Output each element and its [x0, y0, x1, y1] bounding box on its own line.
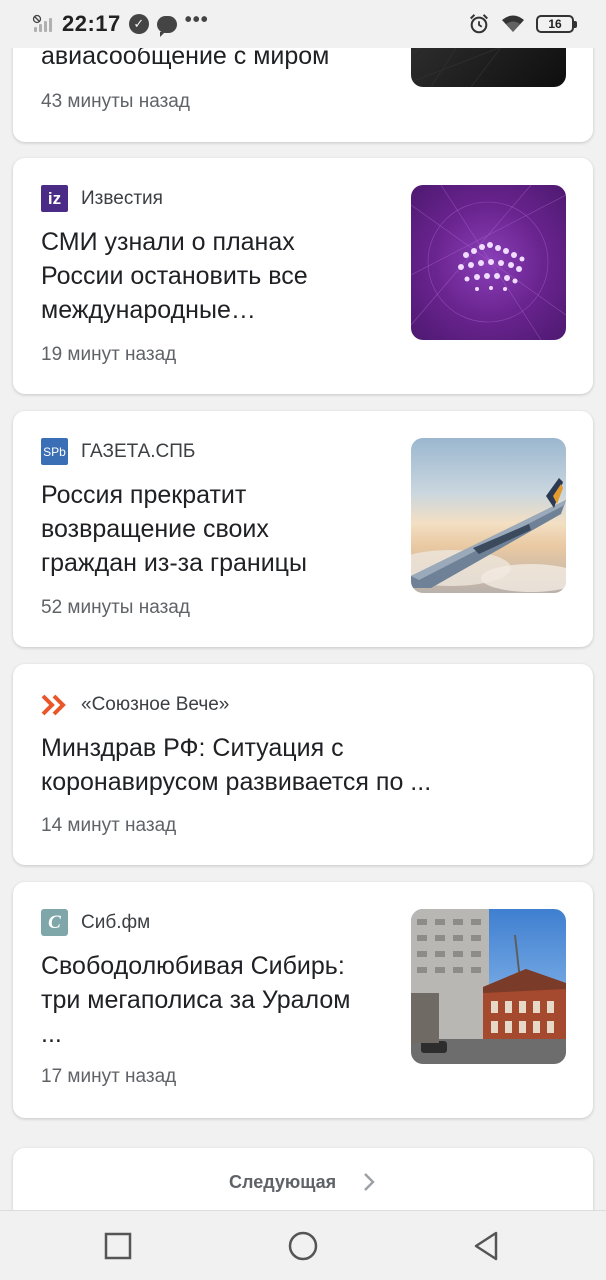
- system-nav-bar: [0, 1210, 606, 1280]
- news-source: «Союзное Вече»: [41, 691, 229, 718]
- news-thumbnail[interactable]: [411, 438, 566, 593]
- no-sim-signal-icon: [32, 14, 54, 34]
- chevron-right-icon: [364, 1173, 375, 1191]
- news-card[interactable]: iz Известия СМИ узнали о планах России о…: [13, 158, 593, 394]
- news-source: SPb ГАЗЕТА.СПБ: [41, 438, 195, 465]
- battery-icon: 16: [536, 15, 577, 33]
- news-card[interactable]: SPb ГАЗЕТА.СПБ Россия прекратит возвраще…: [13, 411, 593, 647]
- news-time: 14 минут назад: [41, 815, 177, 836]
- news-source: iz Известия: [41, 185, 163, 212]
- soyuznoe-veche-logo-icon: [41, 691, 68, 718]
- news-headline[interactable]: Россия прекратит возвращение своих гражд…: [41, 478, 307, 580]
- gazeta-spb-logo-icon: SPb: [41, 438, 68, 465]
- headline-line: Минздрав РФ: Ситуация с: [41, 734, 344, 762]
- headline-line: коронавирусом развивается по ...: [41, 768, 432, 796]
- headline-line: СМИ узнали о планах: [41, 228, 295, 256]
- headline-line: Свободолюбивая Сибирь:: [41, 952, 345, 980]
- news-thumbnail[interactable]: [411, 909, 566, 1064]
- status-bar: 22:17 ✓ ••• 16: [0, 0, 606, 48]
- recent-apps-icon[interactable]: [101, 1229, 135, 1263]
- home-icon[interactable]: [286, 1229, 320, 1263]
- news-card[interactable]: «Союзное Вече» Минздрав РФ: Ситуация с к…: [13, 664, 593, 865]
- wifi-icon: [502, 15, 524, 32]
- news-thumbnail[interactable]: [411, 185, 566, 340]
- headline-line: возвращение своих: [41, 515, 269, 543]
- headline-line: ...: [41, 1020, 62, 1048]
- sib-fm-logo-icon: C: [41, 909, 68, 936]
- news-time: 43 минуты назад: [41, 91, 190, 112]
- news-headline[interactable]: Свободолюбивая Сибирь: три мегаполиса за…: [41, 949, 350, 1051]
- headline-line: Россия прекратит: [41, 481, 247, 509]
- izvestia-logo-icon: iz: [41, 185, 68, 212]
- clock-time: 22:17: [62, 11, 121, 36]
- source-name: «Союзное Вече»: [81, 693, 230, 715]
- back-icon[interactable]: [470, 1229, 504, 1263]
- news-time: 52 минуты назад: [41, 597, 190, 618]
- news-time: 17 минут назад: [41, 1066, 177, 1087]
- news-headline[interactable]: СМИ узнали о планах России остановить вс…: [41, 225, 308, 327]
- message-bubble-icon: [156, 15, 177, 37]
- source-name: Известия: [81, 187, 163, 209]
- headline-line: граждан из-за границы: [41, 549, 307, 577]
- news-source: C Сиб.фм: [41, 909, 150, 936]
- alarm-icon: [470, 14, 488, 34]
- news-card[interactable]: C Сиб.фм Свободолюбивая Сибирь: три мега…: [13, 882, 593, 1118]
- battery-level: 16: [548, 17, 562, 31]
- source-name: ГАЗЕТА.СПБ: [81, 440, 196, 462]
- next-page-label: Следующая: [229, 1172, 337, 1192]
- news-time: 19 минут назад: [41, 344, 177, 365]
- more-dots-icon: •••: [184, 8, 209, 31]
- headline-line: три мегаполиса за Уралом: [41, 986, 351, 1014]
- check-circle-icon: ✓: [128, 14, 149, 34]
- headline-line: международные…: [41, 296, 256, 324]
- news-headline[interactable]: Минздрав РФ: Ситуация с коронавирусом ра…: [41, 731, 431, 799]
- source-name: Сиб.фм: [81, 911, 151, 933]
- headline-line: России остановить все: [41, 262, 308, 290]
